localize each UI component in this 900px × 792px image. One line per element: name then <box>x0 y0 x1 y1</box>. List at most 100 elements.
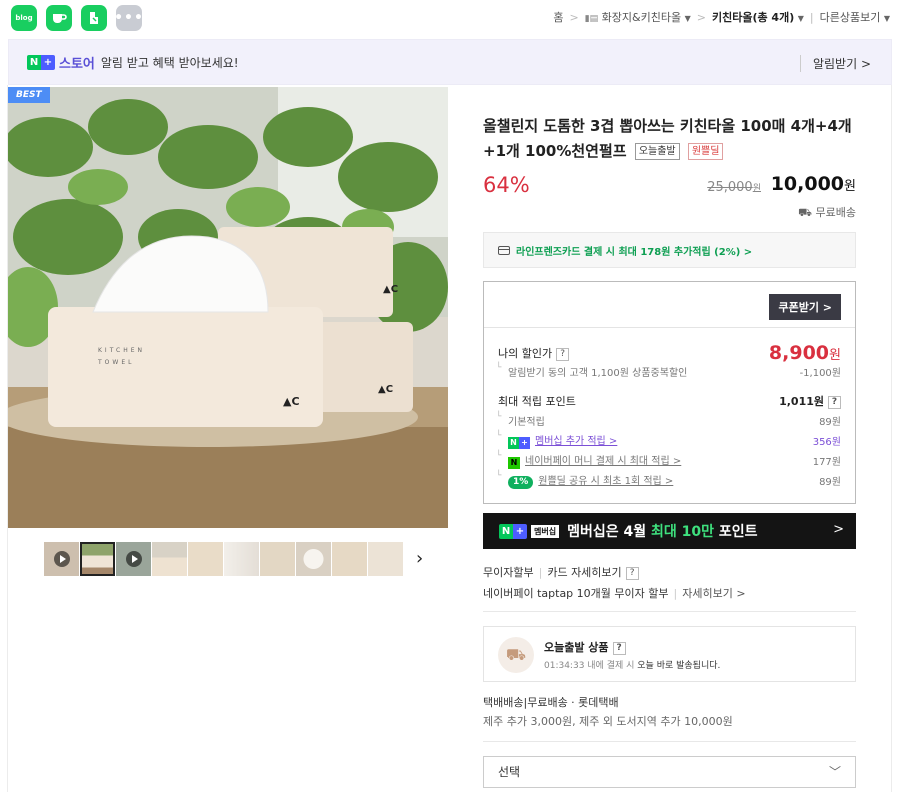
help-icon[interactable]: ? <box>612 642 626 655</box>
more-share-icon[interactable]: ••• <box>114 5 144 31</box>
membership-text-after: 포인트 <box>713 524 758 540</box>
onepick-points-row: 1% 원쁠딜 공유 시 최초 1회 적립 > 89원 <box>496 471 841 489</box>
thumbnail-image[interactable] <box>260 542 295 576</box>
kitchen-towel-photo: KITCHEN TOWEL ▲C ▲C ▲C <box>8 87 448 528</box>
delivery-extra-fee: 제주 추가 3,000원, 제주 외 도서지역 추가 10,000원 <box>483 715 733 728</box>
truck-icon: ⛟ <box>498 637 534 673</box>
card-detail-link[interactable]: 카드 자세히보기 <box>547 566 621 579</box>
membership-points-link[interactable]: 멤버십 추가 적립 > <box>535 436 617 447</box>
npay-points-row: N 네이버페이 머니 결제 시 최대 적립 > 177원 <box>496 451 841 469</box>
today-shipping-title: 오늘출발 상품? <box>544 639 626 655</box>
breadcrumb-divider: | <box>809 10 814 24</box>
chevron-down-icon: ▼ <box>797 14 804 23</box>
frame-border-right <box>891 85 892 792</box>
thumbnail-image[interactable] <box>80 542 115 576</box>
credit-card-icon <box>498 245 510 255</box>
my-discount-unit: 원 <box>829 348 841 363</box>
help-icon[interactable]: ? <box>828 396 841 409</box>
my-discount-label: 나의 할인가 <box>498 347 553 360</box>
my-discount-detail-value: -1,100원 <box>799 368 841 379</box>
breadcrumb-separator: > <box>696 10 706 24</box>
get-coupon-button[interactable]: 쿠폰받기 > <box>769 294 841 320</box>
sale-price: 10,000원 <box>771 173 856 195</box>
my-discount-price: 8,900원 <box>769 342 841 364</box>
breadcrumb-category-1-label: 화장지&키친타올 <box>601 11 682 24</box>
original-price-unit: 원 <box>752 184 761 194</box>
max-points-value: 1,011원 <box>779 395 824 408</box>
other-products-label: 다른상품보기 <box>819 11 881 24</box>
membership-banner[interactable]: N + 멤버십 멤버십은 4월 최대 10만 포인트 > <box>483 513 856 549</box>
card-promo-banner[interactable]: 라인프렌즈카드 결제 시 최대 178원 추가적립 (2%) > <box>483 232 856 268</box>
notification-subscribe-button[interactable]: 알림받기 > <box>799 55 871 72</box>
breadcrumb-category-1[interactable]: ▮▤ 화장지&키친타올 ▼ <box>585 9 691 25</box>
band-share-icon[interactable] <box>81 5 107 31</box>
thumbnail-image[interactable] <box>296 542 331 576</box>
my-discount-detail-row: 알림받기 동의 고객 1,100원 상품중복할인 -1,100원 <box>496 363 841 379</box>
max-points-row: 최대 적립 포인트 1,011원? <box>498 393 841 409</box>
onepick-points-link[interactable]: 원쁠딜 공유 시 최초 1회 적립 > <box>538 476 673 487</box>
truck-icon: ⛟ <box>798 206 813 219</box>
membership-points-value: 356원 <box>812 437 841 448</box>
cafe-share-icon[interactable] <box>46 5 72 31</box>
thumbnail-image[interactable] <box>224 542 259 576</box>
my-discount-row: 나의 할인가? 8,900원 <box>498 342 841 364</box>
free-shipping-text: 무료배송 <box>815 206 856 219</box>
max-points-label: 최대 적립 포인트 <box>498 395 576 408</box>
top-bar: blog ••• 홈 > ▮▤ 화장지&키친타올 ▼ > 키친타올(총 4개) … <box>0 0 900 36</box>
card-promo-text: 라인프렌즈카드 결제 시 최대 178원 추가적립 (2%) > <box>516 246 753 258</box>
thumbnail-image[interactable] <box>188 542 223 576</box>
help-icon[interactable]: ? <box>556 348 570 361</box>
breadcrumb-category-2[interactable]: 키친타올(총 4개) ▼ <box>712 9 804 25</box>
today-shipping-box: ⛟ 오늘출발 상품? 01:34:33 내에 결제 시 오늘 바로 발송됩니다. <box>483 626 856 682</box>
svg-text:TOWEL: TOWEL <box>97 359 134 366</box>
original-price-value: 25,000 <box>707 180 753 195</box>
divider <box>483 611 856 612</box>
svg-text:▲C: ▲C <box>383 284 398 295</box>
svg-text:▲C: ▲C <box>378 384 393 395</box>
more-dots: ••• <box>114 10 144 26</box>
help-icon[interactable]: ? <box>625 567 639 580</box>
thumbnail-next-arrow-icon[interactable]: › <box>416 548 423 569</box>
thumbnail-image[interactable] <box>368 542 403 576</box>
blog-share-label: blog <box>15 14 33 22</box>
chevron-down-icon: ▼ <box>883 14 890 23</box>
taptap-detail-link[interactable]: 자세히보기 > <box>682 587 745 600</box>
blog-share-icon[interactable]: blog <box>11 5 37 31</box>
thumbnail-image[interactable] <box>332 542 367 576</box>
divider: | <box>538 566 543 579</box>
divider <box>484 327 855 328</box>
chevron-right-icon: > <box>833 522 844 537</box>
taptap-label: 네이버페이 taptap 10개월 무이자 할부 <box>483 587 669 600</box>
membership-tag: 멤버십 <box>531 524 560 538</box>
delivery-fee: 무료배송 · 롯데택배 <box>527 696 619 709</box>
installment-row: 무이자할부 | 카드 자세히보기? <box>483 564 639 580</box>
breadcrumb-home[interactable]: 홈 <box>553 9 563 25</box>
thumbnail-video[interactable] <box>116 542 151 576</box>
benefit-box: 쿠폰받기 > 나의 할인가? 8,900원 알림받기 동의 고객 1,100원 … <box>483 281 856 504</box>
best-badge: BEST <box>8 87 50 103</box>
thumbnail-video[interactable] <box>44 542 79 576</box>
basic-points-value: 89원 <box>819 417 841 428</box>
play-icon <box>125 551 142 567</box>
onepick-points-value: 89원 <box>819 477 841 488</box>
svg-text:KITCHEN: KITCHEN <box>98 347 145 354</box>
thumbnail-image[interactable] <box>152 542 187 576</box>
npay-points-link[interactable]: 네이버페이 머니 결제 시 최대 적립 > <box>525 456 681 467</box>
countdown-text: 01:34:33 내에 결제 시 <box>544 661 635 671</box>
basic-points-label: 기본적립 <box>496 412 545 428</box>
membership-text: 멤버십은 4월 최대 10만 포인트 <box>567 521 757 541</box>
today-shipping-tag: 오늘출발 <box>634 143 680 160</box>
option-select[interactable]: 선택 ﹀ <box>483 756 856 788</box>
thumbnail-strip <box>44 542 403 576</box>
membership-text-highlight: 최대 10만 <box>650 524 714 540</box>
store-notification-banner: N + 스토어 알림 받고 혜택 받아보세요! 알림받기 > <box>8 39 892 85</box>
my-discount-value: 8,900 <box>768 342 830 364</box>
delivery-row: 택배배송|무료배송 · 롯데택배 <box>483 694 619 710</box>
taptap-row: 네이버페이 taptap 10개월 무이자 할부 | 자세히보기 > <box>483 585 746 601</box>
product-main-image[interactable]: KITCHEN TOWEL ▲C ▲C ▲C BEST <box>8 87 448 528</box>
membership-points-row: N+ 멤버십 추가 적립 > 356원 <box>496 431 841 449</box>
installment-label: 무이자할부 <box>483 566 534 579</box>
naver-plus-logo-icon: N + <box>499 523 527 539</box>
other-products-dropdown[interactable]: 다른상품보기 ▼ <box>820 9 890 25</box>
sale-price-value: 10,000 <box>770 173 845 195</box>
